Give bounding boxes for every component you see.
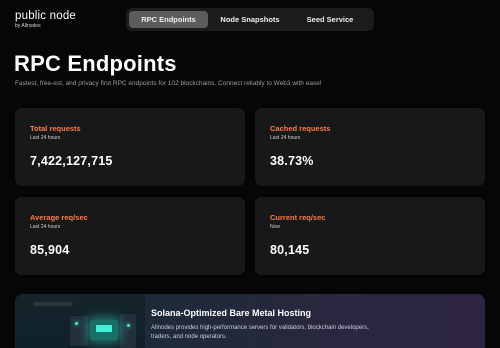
nav-tab-rpc-endpoints[interactable]: RPC Endpoints [129, 11, 208, 28]
logo[interactable]: public node by Allnodes [15, 10, 76, 30]
stat-card-current-req-sec: Current req/sec Now 80,145 [255, 197, 485, 275]
stat-value: 80,145 [270, 243, 310, 257]
stat-period: Last 24 hours [270, 135, 301, 141]
top-nav: RPC Endpoints Node Snapshots Seed Servic… [126, 8, 374, 31]
stat-label: Average req/sec [30, 213, 88, 222]
stat-period: Last 24 hours [30, 135, 61, 141]
stat-label: Total requests [30, 124, 81, 133]
stat-value: 38.73% [270, 154, 314, 168]
promo-banner[interactable]: Solana-Optimized Bare Metal Hosting Alln… [15, 294, 485, 348]
stat-period: Last 24 hours [30, 224, 61, 230]
nav-tab-seed-service[interactable]: Seed Service [292, 11, 368, 28]
nav-tab-node-snapshots[interactable]: Node Snapshots [208, 11, 292, 28]
server-illustration [15, 294, 145, 348]
promo-description: Allnodes provides high-performance serve… [151, 325, 369, 340]
stat-value: 7,422,127,715 [30, 154, 113, 168]
glowing-server-icon [90, 320, 118, 340]
page-title: RPC Endpoints [14, 51, 177, 76]
stat-value: 85,904 [30, 243, 70, 257]
promo-title: Solana-Optimized Bare Metal Hosting [151, 308, 312, 318]
stat-label: Current req/sec [270, 213, 326, 222]
stat-period: Now [270, 224, 281, 230]
stat-card-cached-requests: Cached requests Last 24 hours 38.73% [255, 108, 485, 186]
logo-title: public node [15, 10, 77, 22]
page: public node by Allnodes RPC Endpoints No… [0, 0, 500, 348]
stat-card-average-req-sec: Average req/sec Last 24 hours 85,904 [15, 197, 245, 275]
logo-subtitle: by Allnodes [15, 23, 41, 29]
stat-card-total-requests: Total requests Last 24 hours 7,422,127,7… [15, 108, 245, 186]
page-subtitle: Fastest, free-est, and privacy first RPC… [15, 80, 322, 87]
stat-label: Cached requests [270, 124, 331, 133]
